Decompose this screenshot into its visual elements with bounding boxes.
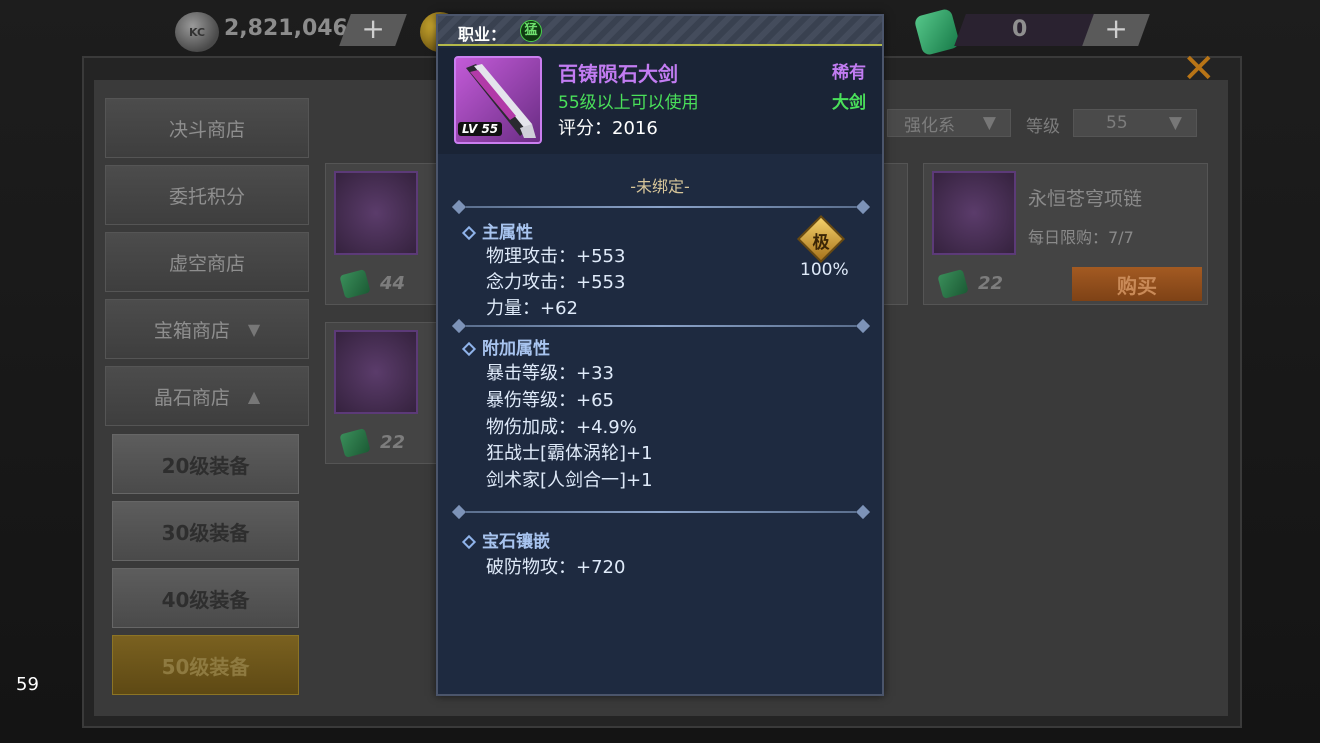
sidebar-item-duel-shop[interactable]: 决斗商店 [105, 98, 309, 158]
bonus-attribute-line: 暴击等级：+33 [486, 363, 614, 384]
plus-icon: + [361, 12, 386, 45]
section-divider [451, 199, 871, 215]
berserker-class-icon: 猛 [520, 20, 542, 42]
sub-item-label: 20级装备 [161, 453, 250, 478]
main-attributes-title: 主属性 [461, 218, 533, 243]
main-attribute-line: 物理攻击：+553 [486, 246, 626, 267]
necklace-thumbnail-icon [932, 171, 1016, 255]
fps-counter: 59 [16, 674, 39, 695]
bonus-attribute-line: 狂战士[霸体涡轮]+1 [486, 443, 653, 464]
grade-label: 极 [812, 233, 830, 253]
item-score: 评分：2016 [558, 118, 658, 139]
shop-item-card[interactable]: 22 [325, 322, 445, 464]
item-price: 22 [380, 432, 406, 453]
silver-coin-icon: KC [175, 12, 219, 52]
sidebar-item-crystal-shop[interactable]: 晶石商店 ▲ [105, 366, 309, 426]
silver-coin-value: 2,821,046 [224, 16, 348, 41]
bonus-attribute-line: 物伤加成：+4.9% [486, 417, 637, 438]
chevron-down-icon: ▼ [247, 319, 261, 339]
level-badge: LV 55 [458, 122, 503, 136]
section-divider [451, 318, 871, 334]
sidebar-item-label: 晶石商店 [153, 386, 230, 409]
sidebar-item-chest-shop[interactable]: 宝箱商店 ▼ [105, 299, 309, 359]
sub-item-level-30[interactable]: 30级装备 [112, 501, 299, 561]
diamond-icon [461, 225, 477, 241]
gem-icon [339, 428, 371, 458]
main-attribute-line: 念力攻击：+553 [486, 272, 626, 293]
weapon-type-label: 大剑 [832, 93, 866, 113]
item-name: 永恒苍穹项链 [1028, 188, 1143, 210]
gem-icon [937, 269, 969, 299]
sub-item-label: 30级装备 [161, 520, 250, 545]
type-filter-value: 强化系 [904, 115, 955, 136]
grade-percent: 100% [800, 260, 849, 280]
level-filter-dropdown[interactable]: 55 ▼ [1073, 109, 1197, 137]
section-divider [451, 504, 871, 520]
bonus-attribute-line: 暴伤等级：+65 [486, 390, 614, 411]
sidebar-item-label: 宝箱商店 [153, 319, 230, 342]
sidebar-item-void-shop[interactable]: 虚空商店 [105, 232, 309, 292]
bonus-attribute-line: 剑术家[人剑合一]+1 [486, 470, 653, 491]
main-attribute-line: 力量：+62 [486, 298, 578, 319]
gem-icon [913, 7, 961, 57]
chevron-up-icon: ▲ [247, 386, 261, 406]
bonus-attributes-title: 附加属性 [461, 334, 550, 359]
tooltip-header: 职业： 猛 [438, 16, 882, 46]
gem-icon [339, 269, 371, 299]
shop-item-card[interactable]: 44 [325, 163, 445, 305]
item-name: 百铸陨石大剑 [558, 62, 678, 86]
level-filter-value: 55 [1106, 113, 1128, 133]
level-requirement: 55级以上可以使用 [558, 93, 699, 113]
bind-status: -未绑定- [630, 177, 690, 196]
level-filter-label: 等级 [1026, 117, 1060, 137]
item-price: 44 [380, 273, 406, 294]
sub-item-level-50[interactable]: 50级装备 [112, 635, 299, 695]
sword-thumbnail-icon [334, 171, 418, 255]
item-price: 22 [978, 273, 1004, 294]
sidebar-item-commission-points[interactable]: 委托积分 [105, 165, 309, 225]
diamond-icon [461, 341, 477, 357]
item-purchase-limit: 每日限购：7/7 [1028, 228, 1134, 247]
chevron-down-icon: ▼ [1168, 113, 1182, 133]
plus-icon: + [1104, 12, 1129, 45]
rarity-label: 稀有 [832, 63, 866, 83]
type-filter-dropdown[interactable]: 强化系 ▼ [887, 109, 1011, 137]
gem-slot-line: 破防物攻：+720 [486, 557, 626, 578]
sub-item-level-40[interactable]: 40级装备 [112, 568, 299, 628]
gem-value: 0 [1012, 17, 1028, 42]
add-silver-button[interactable]: + [339, 12, 407, 46]
class-label: 职业： [458, 25, 507, 44]
sidebar-item-label: 虚空商店 [168, 252, 245, 275]
add-gem-button[interactable]: + [1082, 12, 1150, 46]
sidebar-item-label: 决斗商店 [168, 118, 245, 141]
chevron-down-icon: ▼ [982, 113, 996, 133]
sub-item-label: 40级装备 [161, 587, 250, 612]
sub-item-label: 50级装备 [161, 654, 250, 679]
shop-item-card[interactable]: 永恒苍穹项链 每日限购：7/7 22 购买 [923, 163, 1208, 305]
sidebar-item-label: 委托积分 [168, 185, 245, 208]
gem-slots-title: 宝石镶嵌 [461, 527, 550, 552]
amulet-thumbnail-icon [334, 330, 418, 414]
item-tooltip: 职业： 猛 LV 55 百铸陨石大剑 55级以上可以使用 评分：2016 稀有 … [436, 14, 884, 696]
buy-button[interactable]: 购买 [1072, 267, 1202, 301]
close-icon[interactable]: ✕ [1182, 46, 1216, 92]
diamond-icon [461, 534, 477, 550]
sub-item-level-20[interactable]: 20级装备 [112, 434, 299, 494]
